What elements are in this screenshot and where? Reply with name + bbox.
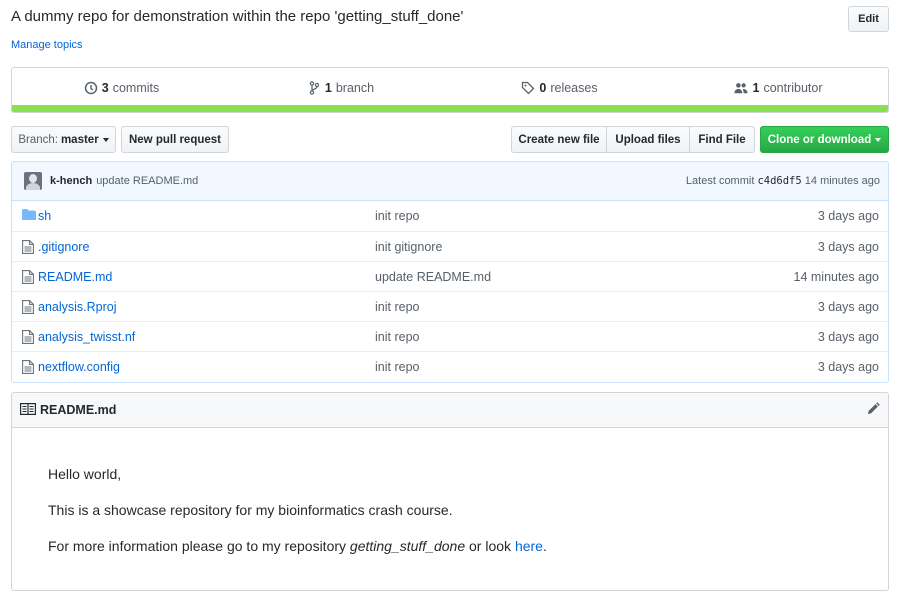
file-name-link[interactable]: README.md bbox=[38, 270, 112, 284]
file-commit-message[interactable]: init repo bbox=[375, 360, 419, 374]
file-age: 3 days ago bbox=[817, 299, 879, 314]
file-icon bbox=[22, 270, 36, 284]
file-age: 3 days ago bbox=[817, 359, 879, 374]
file-icon bbox=[22, 330, 36, 344]
readme-text: For more information please go to my rep… bbox=[48, 538, 350, 554]
table-row[interactable]: analysis_twisst.nf init repo 3 days ago bbox=[12, 321, 888, 351]
file-name-link[interactable]: .gitignore bbox=[38, 240, 89, 254]
repo-description: A dummy repo for demonstration within th… bbox=[11, 8, 464, 25]
releases-count: 0 bbox=[539, 81, 547, 95]
caret-down-icon bbox=[875, 137, 882, 142]
file-commit-message[interactable]: init repo bbox=[375, 330, 419, 344]
folder-icon bbox=[22, 209, 36, 223]
commits-count: 3 bbox=[101, 81, 109, 95]
readme-title: README.md bbox=[40, 403, 117, 417]
file-icon bbox=[22, 300, 36, 314]
file-name-link[interactable]: analysis_twisst.nf bbox=[38, 330, 135, 344]
branch-label: branch bbox=[335, 81, 375, 95]
readme-text: . bbox=[542, 538, 547, 554]
file-icon bbox=[22, 240, 36, 254]
file-commit-message[interactable]: init repo bbox=[375, 300, 419, 314]
edit-description-button[interactable]: Edit bbox=[848, 6, 889, 32]
table-row[interactable]: nextflow.config init repo 3 days ago bbox=[12, 351, 888, 381]
branch-count: 1 bbox=[324, 81, 332, 95]
file-icon bbox=[22, 360, 36, 374]
readme-content: Hello world, This is a showcase reposito… bbox=[12, 428, 888, 556]
new-pull-request-button[interactable]: New pull request bbox=[121, 126, 229, 153]
clone-download-button[interactable]: Clone or download bbox=[760, 126, 889, 153]
readme-line: Hello world, bbox=[48, 466, 122, 482]
manage-topics-link[interactable]: Manage topics bbox=[11, 39, 83, 51]
commit-sha[interactable]: c4d6df5 bbox=[757, 175, 801, 187]
find-file-button[interactable]: Find File bbox=[689, 126, 755, 153]
file-age: 3 days ago bbox=[817, 329, 879, 344]
repo-summary-bar: 3 commits 1 branch 0 releases 1 contribu… bbox=[11, 67, 889, 113]
file-commit-message[interactable]: update README.md bbox=[375, 270, 491, 284]
file-table: k-hench update README.md Latest commit c… bbox=[11, 161, 889, 383]
caret-down-icon bbox=[102, 137, 109, 142]
clone-label: Clone or download bbox=[767, 133, 872, 146]
language-bar[interactable] bbox=[12, 105, 888, 112]
latest-commit-prefix: Latest commit bbox=[685, 175, 755, 187]
table-row[interactable]: README.md update README.md 14 minutes ago bbox=[12, 261, 888, 291]
table-row[interactable]: .gitignore init gitignore 3 days ago bbox=[12, 231, 888, 261]
file-name-link[interactable]: nextflow.config bbox=[38, 360, 120, 374]
tag-icon bbox=[521, 81, 535, 95]
readme-here-link[interactable]: here bbox=[515, 538, 543, 554]
commits-link[interactable]: 3 commits bbox=[12, 68, 231, 108]
branch-name: master bbox=[60, 133, 99, 146]
file-name-link[interactable]: sh bbox=[38, 209, 51, 223]
avatar[interactable] bbox=[24, 172, 42, 190]
pencil-icon[interactable] bbox=[866, 401, 880, 419]
file-commit-message[interactable]: init gitignore bbox=[375, 240, 442, 254]
latest-commit-bar: k-hench update README.md Latest commit c… bbox=[12, 162, 888, 201]
readme-panel: README.md Hello world, This is a showcas… bbox=[11, 392, 889, 591]
readme-line: This is a showcase repository for my bio… bbox=[48, 502, 453, 518]
table-row[interactable]: sh init repo 3 days ago bbox=[12, 201, 888, 231]
readme-line: For more information please go to my rep… bbox=[48, 537, 852, 556]
commits-label: commits bbox=[112, 81, 160, 95]
contributor-label: contributor bbox=[763, 81, 823, 95]
commit-age: 14 minutes ago bbox=[804, 175, 880, 187]
releases-link[interactable]: 0 releases bbox=[450, 68, 669, 108]
contributors-link[interactable]: 1 contributor bbox=[669, 68, 888, 108]
readme-header: README.md bbox=[12, 393, 888, 428]
table-row[interactable]: analysis.Rproj init repo 3 days ago bbox=[12, 291, 888, 321]
readme-repo-name: getting_stuff_done bbox=[349, 538, 466, 554]
people-icon bbox=[734, 81, 749, 95]
upload-files-button[interactable]: Upload files bbox=[606, 126, 690, 153]
commit-message[interactable]: update README.md bbox=[96, 175, 198, 187]
create-new-file-button[interactable]: Create new file bbox=[511, 126, 607, 153]
contributor-count: 1 bbox=[752, 81, 760, 95]
branch-select-button[interactable]: Branch: master bbox=[11, 126, 116, 153]
book-icon bbox=[20, 402, 37, 418]
latest-commit-info: Latest commit c4d6df5 14 minutes ago bbox=[686, 175, 880, 187]
file-commit-message[interactable]: init repo bbox=[375, 209, 419, 223]
history-icon bbox=[84, 81, 98, 95]
commit-author[interactable]: k-hench bbox=[50, 175, 92, 187]
branches-link[interactable]: 1 branch bbox=[231, 68, 450, 108]
file-age: 3 days ago bbox=[817, 239, 879, 254]
readme-text: or look bbox=[465, 538, 515, 554]
releases-label: releases bbox=[550, 81, 598, 95]
file-age: 14 minutes ago bbox=[793, 269, 879, 284]
file-age: 3 days ago bbox=[817, 209, 879, 223]
branch-prefix: Branch: bbox=[18, 133, 58, 146]
file-name-link[interactable]: analysis.Rproj bbox=[38, 300, 117, 314]
git-branch-icon bbox=[307, 81, 321, 95]
